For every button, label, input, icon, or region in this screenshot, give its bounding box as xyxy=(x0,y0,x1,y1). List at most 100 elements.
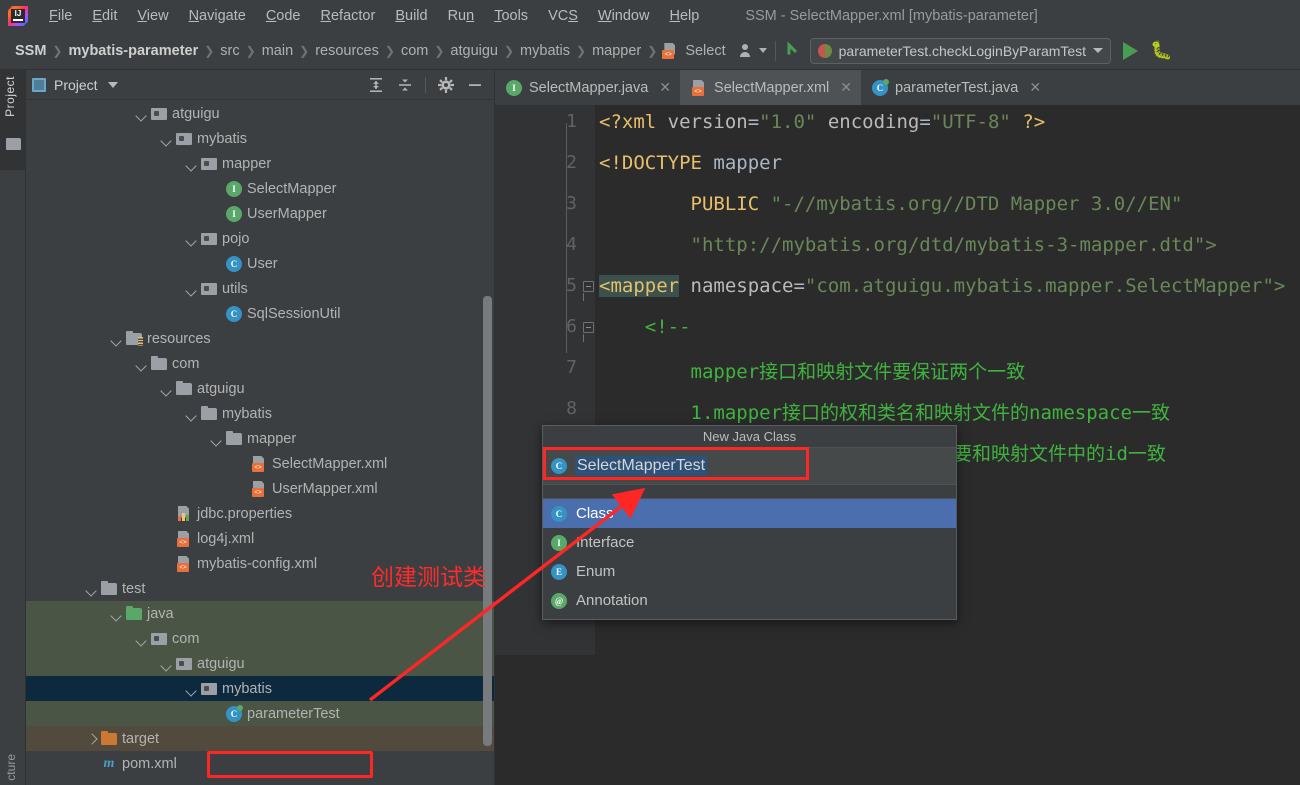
class-kind-enum[interactable]: E Enum xyxy=(543,557,956,586)
breadcrumb-item-mybatis-parameter[interactable]: mybatis-parameter xyxy=(63,43,203,59)
chevron-down-icon[interactable] xyxy=(184,407,198,421)
tree-node-selectmapper-xml[interactable]: <> SelectMapper.xml xyxy=(26,451,494,476)
tree-node-atguigu[interactable]: atguigu xyxy=(26,376,494,401)
project-tree-scrollbar[interactable] xyxy=(483,296,492,746)
fold-marker[interactable] xyxy=(583,281,594,301)
chevron-down-icon[interactable] xyxy=(758,48,767,53)
breadcrumb-item-mybatis[interactable]: mybatis xyxy=(515,43,575,59)
breadcrumb-item-resources[interactable]: resources xyxy=(310,43,384,59)
chevron-down-icon[interactable] xyxy=(1093,48,1104,53)
code-line[interactable]: <!DOCTYPE mapper xyxy=(599,152,782,174)
class-kind-class[interactable]: C Class xyxy=(543,499,956,528)
chevron-down-icon[interactable] xyxy=(159,382,173,396)
breadcrumb-item-atguigu[interactable]: atguigu xyxy=(445,43,503,59)
settings-gear-icon[interactable] xyxy=(437,76,455,94)
menu-item-vcs[interactable]: VCS xyxy=(538,4,588,28)
class-kind-interface[interactable]: I Interface xyxy=(543,528,956,557)
tree-node-mybatis[interactable]: mybatis xyxy=(26,126,494,151)
hide-panel-icon[interactable] xyxy=(466,76,484,94)
chevron-down-icon[interactable] xyxy=(84,582,98,596)
class-name-input[interactable]: C SelectMapperTest xyxy=(543,448,956,485)
tree-node-selectmapper[interactable]: I SelectMapper xyxy=(26,176,494,201)
vcs-user-icon[interactable] xyxy=(739,43,756,58)
project-tree[interactable]: atguigu mybatis mapper I SelectMapper I UserMa… xyxy=(26,101,494,785)
chevron-down-icon[interactable] xyxy=(184,232,198,246)
tree-node-pom-xml[interactable]: m pom.xml xyxy=(26,751,494,776)
breadcrumb-item-src[interactable]: src xyxy=(215,43,244,59)
chevron-down-icon[interactable] xyxy=(159,132,173,146)
chevron-right-icon[interactable] xyxy=(84,732,98,746)
tree-node-java[interactable]: java xyxy=(26,601,494,626)
code-line[interactable]: 1.mapper接口的权和类名和映射文件的namespace一致 xyxy=(599,398,1170,425)
chevron-down-icon[interactable] xyxy=(109,607,123,621)
tree-node-user[interactable]: C User xyxy=(26,251,494,276)
chevron-down-icon[interactable] xyxy=(109,332,123,346)
chevron-down-icon[interactable] xyxy=(134,107,148,121)
menu-item-file[interactable]: File xyxy=(39,4,82,28)
tree-node-target[interactable]: target xyxy=(26,726,494,751)
menu-item-help[interactable]: Help xyxy=(659,4,709,28)
code-line[interactable]: <mapper namespace="com.atguigu.mybatis.m… xyxy=(599,275,1285,297)
new-java-class-dialog[interactable]: New Java Class C SelectMapperTest C Class… xyxy=(542,425,957,620)
tree-node-atguigu[interactable]: atguigu xyxy=(26,101,494,126)
tree-node-usermapper-xml[interactable]: <> UserMapper.xml xyxy=(26,476,494,501)
tree-node-mybatis[interactable]: mybatis xyxy=(26,401,494,426)
vcs-update-icon[interactable] xyxy=(784,38,804,63)
code-line[interactable]: mapper接口和映射文件要保证两个一致 xyxy=(599,357,1026,384)
chevron-down-icon[interactable] xyxy=(134,632,148,646)
tree-node-mapper[interactable]: mapper xyxy=(26,151,494,176)
menu-item-navigate[interactable]: Navigate xyxy=(179,4,256,28)
collapse-all-icon[interactable] xyxy=(396,76,414,94)
breadcrumb-item-select[interactable]: <> Select xyxy=(658,42,730,59)
chevron-down-icon[interactable] xyxy=(209,432,223,446)
menu-item-edit[interactable]: Edit xyxy=(82,4,127,28)
menu-item-view[interactable]: View xyxy=(127,4,178,28)
expand-all-icon[interactable] xyxy=(367,76,385,94)
menu-item-refactor[interactable]: Refactor xyxy=(311,4,386,28)
chevron-down-icon[interactable] xyxy=(159,657,173,671)
menu-item-run[interactable]: Run xyxy=(438,4,485,28)
code-line[interactable]: "http://mybatis.org/dtd/mybatis-3-mapper… xyxy=(599,234,1217,256)
debug-button[interactable]: 🐛 xyxy=(1150,41,1172,60)
close-icon[interactable]: ✕ xyxy=(840,79,852,96)
tree-node-resources[interactable]: resources xyxy=(26,326,494,351)
chevron-down-icon[interactable] xyxy=(184,682,198,696)
tree-node-mapper[interactable]: mapper xyxy=(26,426,494,451)
chevron-down-icon[interactable] xyxy=(107,81,118,88)
tree-node-jdbc-properties[interactable]: jdbc.properties xyxy=(26,501,494,526)
breadcrumb-item-com[interactable]: com xyxy=(396,43,433,59)
menu-item-tools[interactable]: Tools xyxy=(484,4,538,28)
tree-node-com[interactable]: com xyxy=(26,351,494,376)
close-icon[interactable]: ✕ xyxy=(659,79,671,96)
editor-tab-selectmapper-java[interactable]: I SelectMapper.java ✕ xyxy=(495,70,680,105)
tree-node-pojo[interactable]: pojo xyxy=(26,226,494,251)
editor-tab-selectmapper-xml[interactable]: <> SelectMapper.xml ✕ xyxy=(680,70,862,105)
editor-tab-parametertest-java[interactable]: CparameterTest.java ✕ xyxy=(861,70,1050,105)
menu-item-window[interactable]: Window xyxy=(588,4,660,28)
breadcrumb-item-ssm[interactable]: SSM xyxy=(10,43,51,59)
chevron-down-icon[interactable] xyxy=(134,357,148,371)
code-line[interactable]: <!-- xyxy=(599,316,691,338)
tree-node-com[interactable]: com xyxy=(26,626,494,651)
project-tool-tab[interactable]: Project xyxy=(0,70,26,170)
fold-marker[interactable] xyxy=(583,322,594,342)
menu-item-build[interactable]: Build xyxy=(385,4,437,28)
tree-node-log4j-xml[interactable]: <> log4j.xml xyxy=(26,526,494,551)
structure-tool-tab-label[interactable]: cture xyxy=(4,754,18,781)
class-kind-annotation[interactable]: @ Annotation xyxy=(543,586,956,615)
tree-node-atguigu[interactable]: atguigu xyxy=(26,651,494,676)
chevron-down-icon[interactable] xyxy=(184,157,198,171)
close-icon[interactable]: ✕ xyxy=(1029,79,1041,96)
breadcrumb-item-mapper[interactable]: mapper xyxy=(587,43,646,59)
tree-node-parametertest[interactable]: CparameterTest xyxy=(26,701,494,726)
class-kind-list[interactable]: C Class I Interface E Enum @ Annotation xyxy=(543,499,956,615)
tree-node-sqlsessionutil[interactable]: C SqlSessionUtil xyxy=(26,301,494,326)
tree-node-mybatis[interactable]: mybatis xyxy=(26,676,494,701)
editor-empty-area[interactable] xyxy=(495,655,1300,785)
tree-node-usermapper[interactable]: I UserMapper xyxy=(26,201,494,226)
run-configuration-selector[interactable]: parameterTest.checkLoginByParamTest xyxy=(809,37,1112,64)
run-button[interactable] xyxy=(1123,41,1139,60)
tree-node-utils[interactable]: utils xyxy=(26,276,494,301)
code-line[interactable]: <?xml version="1.0" encoding="UTF-8" ?> xyxy=(599,111,1045,133)
chevron-down-icon[interactable] xyxy=(184,282,198,296)
